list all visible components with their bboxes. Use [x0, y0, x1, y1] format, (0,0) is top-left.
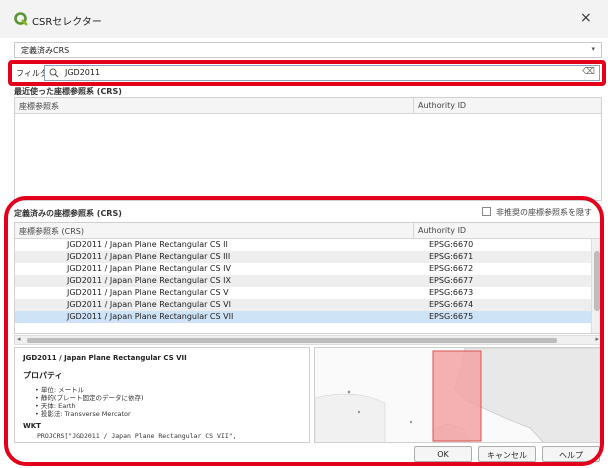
wkt-text: PROJCRS["JGD2011 / Japan Plane Rectangul… — [37, 432, 237, 440]
filter-value: JGD2011 — [65, 68, 101, 77]
crs-name: JGD2011 / Japan Plane Rectangular CS VI — [67, 300, 231, 309]
help-button[interactable]: ヘルプ — [542, 446, 600, 462]
table-row[interactable]: JGD2011 / Japan Plane Rectangular CS VI … — [15, 299, 591, 311]
hide-deprecated-option[interactable]: 非推奨の座標参照系を隠す — [482, 206, 602, 218]
crs-extent-map[interactable] — [314, 347, 602, 443]
filter-input[interactable]: JGD2011 ⌫ — [44, 65, 600, 81]
table-row[interactable]: JGD2011 / Japan Plane Rectangular CS VII… — [15, 311, 591, 323]
hide-deprecated-checkbox[interactable] — [482, 207, 491, 216]
filter-row: フィルタ JGD2011 ⌫ — [14, 65, 602, 81]
title-bar: CSRセレクター × — [0, 0, 608, 38]
crs-authority: EPSG:6670 — [429, 240, 474, 249]
crs-authority: EPSG:6673 — [429, 288, 474, 297]
recent-col-crs[interactable]: 座標参照系 — [19, 101, 59, 112]
predefined-crs-table[interactable]: 座標参照系 (CRS) Authority ID JGD2011 / Japan… — [14, 222, 602, 334]
scroll-left-icon[interactable]: ◂ — [17, 335, 21, 343]
scrollbar-thumb[interactable] — [594, 251, 600, 311]
properties-heading: プロパティ — [23, 371, 63, 380]
table-row[interactable]: JGD2011 / Japan Plane Rectangular CS IV … — [15, 263, 591, 275]
table-row[interactable]: JGD2011 / Japan Plane Rectangular CS III… — [15, 251, 591, 263]
crs-name: JGD2011 / Japan Plane Rectangular CS IV — [67, 264, 231, 273]
crs-authority: EPSG:6671 — [429, 252, 474, 261]
horizontal-scrollbar[interactable]: ◂ ▸ — [14, 335, 602, 345]
vertical-scrollbar[interactable] — [591, 239, 601, 333]
predefined-crs-heading: 定義済みの座標参照系 (CRS) — [14, 209, 122, 218]
cancel-button[interactable]: キャンセル — [478, 446, 536, 462]
recent-crs-heading: 最近使った座標参照系 (CRS) — [14, 87, 122, 96]
ok-button[interactable]: OK — [414, 446, 472, 462]
crs-type-value: 定義済みCRS — [21, 46, 70, 55]
crs-authority: EPSG:6675 — [429, 312, 474, 321]
crs-authority: EPSG:6672 — [429, 264, 474, 273]
scrollbar-thumb[interactable] — [27, 338, 557, 343]
crs-type-select[interactable]: 定義済みCRS ▾ — [14, 42, 602, 58]
clear-filter-icon[interactable]: ⌫ — [582, 67, 595, 77]
crs-name: JGD2011 / Japan Plane Rectangular CS III — [67, 252, 231, 261]
close-icon[interactable]: × — [580, 10, 592, 26]
col-authority-id[interactable]: Authority ID — [413, 223, 466, 238]
wkt-heading: WKT — [23, 422, 41, 430]
qgis-logo-icon — [14, 12, 28, 26]
crs-details-panel: JGD2011 / Japan Plane Rectangular CS VII… — [14, 347, 310, 443]
property-item: • 投影法: Transverse Mercator — [35, 410, 131, 418]
table-row[interactable]: JGD2011 / Japan Plane Rectangular CS V E… — [15, 287, 591, 299]
crs-name: JGD2011 / Japan Plane Rectangular CS VII — [67, 312, 234, 321]
crs-name: JGD2011 / Japan Plane Rectangular CS IX — [67, 276, 231, 285]
crs-name: JGD2011 / Japan Plane Rectangular CS V — [67, 288, 229, 297]
chevron-down-icon: ▾ — [591, 45, 595, 53]
recent-col-authority[interactable]: Authority ID — [413, 98, 466, 113]
search-icon — [49, 68, 59, 78]
col-crs[interactable]: 座標参照系 (CRS) — [19, 226, 84, 237]
japan-map-preview — [315, 348, 601, 442]
recent-crs-table[interactable]: 座標参照系 Authority ID — [14, 97, 602, 201]
window-title: CSRセレクター — [32, 17, 102, 28]
recent-crs-header: 座標参照系 Authority ID — [15, 98, 601, 114]
table-row[interactable]: JGD2011 / Japan Plane Rectangular CS II … — [15, 239, 591, 251]
predefined-crs-header: 座標参照系 (CRS) Authority ID — [15, 223, 601, 239]
crs-extent-rectangle — [432, 350, 482, 442]
crs-authority: EPSG:6677 — [429, 276, 474, 285]
crs-authority: EPSG:6674 — [429, 300, 474, 309]
details-title: JGD2011 / Japan Plane Rectangular CS VII — [23, 354, 187, 362]
crs-name: JGD2011 / Japan Plane Rectangular CS II — [67, 240, 228, 249]
table-row[interactable]: JGD2011 / Japan Plane Rectangular CS IX … — [15, 275, 591, 287]
scroll-right-icon[interactable]: ▸ — [595, 335, 599, 343]
hide-deprecated-label: 非推奨の座標参照系を隠す — [496, 208, 592, 217]
